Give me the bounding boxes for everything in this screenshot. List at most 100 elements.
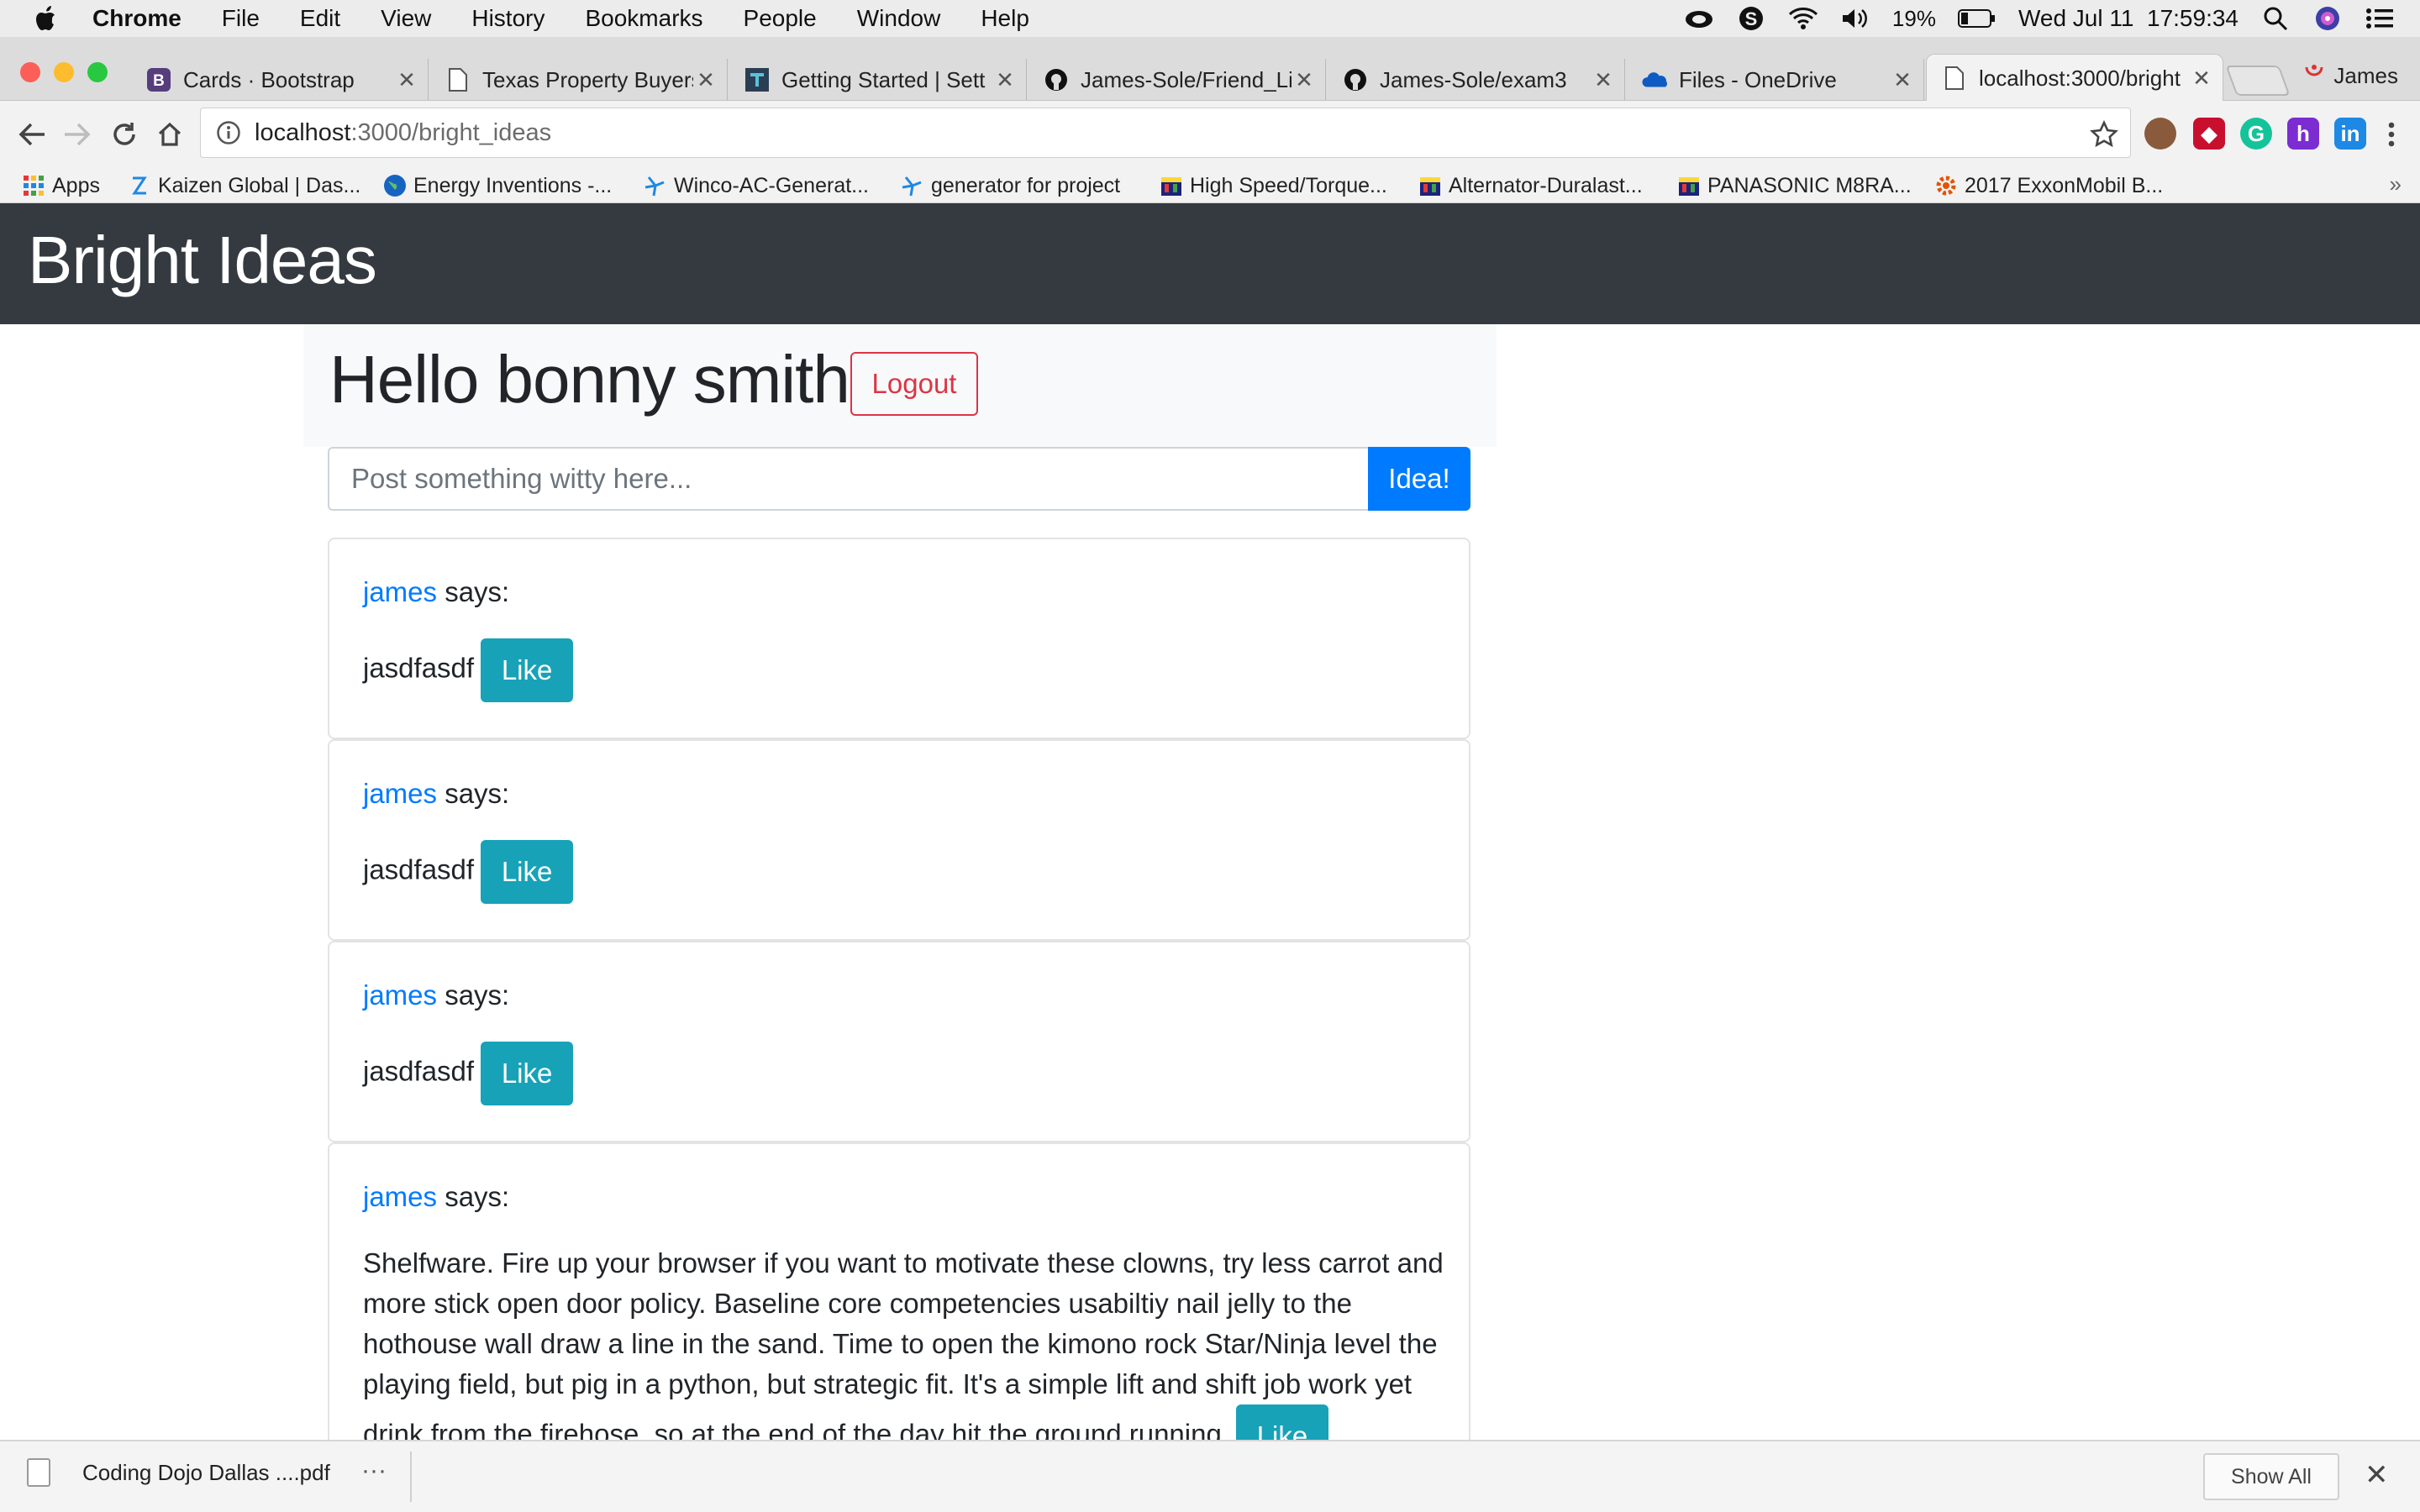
url-host: localhost — [255, 118, 351, 146]
battery-percent: 19% — [1891, 5, 1936, 31]
wifi-icon[interactable] — [1788, 3, 1818, 34]
notification-center-icon[interactable] — [2365, 3, 2395, 34]
skype-icon[interactable]: S — [1736, 3, 1766, 34]
site-title[interactable]: Bright Ideas — [28, 222, 377, 299]
extension-avatar-icon[interactable] — [2144, 118, 2176, 150]
bookmark-label: Winco-AC-Generat... — [674, 173, 870, 197]
tab-github-exam3[interactable]: James-Sole/exam3 ✕ — [1328, 59, 1625, 101]
author-link[interactable]: james — [363, 979, 437, 1011]
bookmark-high-speed[interactable]: High Speed/Torque... — [1160, 173, 1387, 198]
idea-body: jasdfasdf Like — [363, 840, 574, 904]
back-arrow-icon[interactable] — [13, 116, 50, 153]
idea-input[interactable] — [328, 447, 1368, 511]
download-file-name: Coding Dojo Dallas ....pdf — [82, 1459, 330, 1485]
tab-strip: B Cards · Bootstrap ✕ Texas Property Buy… — [0, 37, 2420, 102]
tab-getting-started[interactable]: Getting Started | Sett ✕ — [729, 59, 1027, 101]
tab-title: Texas Property Buyers — [482, 66, 693, 92]
tab-bootstrap-cards[interactable]: B Cards · Bootstrap ✕ — [131, 59, 429, 101]
bookmark-alternator[interactable]: Alternator-Duralast... — [1418, 173, 1643, 198]
gear-icon — [1934, 174, 1958, 197]
like-button[interactable]: Like — [481, 840, 574, 904]
extension-honey-icon[interactable]: h — [2287, 118, 2319, 150]
idea-byline: james says: — [363, 1181, 509, 1213]
menu-app-name[interactable]: Chrome — [92, 5, 182, 32]
says-label: says: — [437, 576, 510, 607]
extension-grammarly-icon[interactable]: G — [2240, 118, 2272, 150]
tab-close-icon[interactable]: ✕ — [992, 67, 1018, 93]
download-item[interactable]: Coding Dojo Dallas ....pdf — [27, 1458, 330, 1487]
forward-arrow-icon[interactable] — [59, 116, 96, 153]
window-close-button[interactable] — [20, 62, 40, 82]
bookmark-generator[interactable]: generator for project — [901, 173, 1120, 198]
tab-close-icon[interactable]: ✕ — [693, 67, 718, 93]
bookmark-star-icon[interactable] — [2090, 119, 2118, 149]
window-minimize-button[interactable] — [54, 62, 74, 82]
extension-linkedin-icon[interactable]: in — [2334, 118, 2366, 150]
menu-people[interactable]: People — [744, 5, 817, 32]
author-link[interactable]: james — [363, 1181, 437, 1212]
bookmark-label: High Speed/Torque... — [1190, 173, 1387, 197]
menu-window[interactable]: Window — [857, 5, 941, 32]
tab-close-icon[interactable]: ✕ — [1890, 67, 1915, 93]
extension-ruby-icon[interactable]: ◆ — [2193, 118, 2225, 150]
author-link[interactable]: james — [363, 778, 437, 809]
bookmark-kaizen[interactable]: Kaizen Global | Das... — [128, 173, 360, 198]
site-info-icon[interactable] — [216, 120, 241, 145]
pdf-file-icon — [27, 1458, 50, 1487]
like-button[interactable]: Like — [481, 638, 574, 702]
home-icon[interactable] — [151, 116, 188, 153]
idea-card: james says: jasdfasdf Like — [328, 941, 1470, 1142]
apple-menu-icon[interactable] — [35, 5, 77, 32]
new-tab-button[interactable] — [2225, 66, 2291, 96]
github-icon — [1044, 67, 1069, 92]
tab-close-icon[interactable]: ✕ — [1292, 67, 1317, 93]
menu-history[interactable]: History — [471, 5, 544, 32]
like-button[interactable]: Like — [1235, 1404, 1328, 1440]
clock[interactable]: Wed Jul 11 17:59:34 — [2018, 5, 2238, 32]
shop-icon — [1677, 174, 1701, 197]
fan-icon — [901, 174, 924, 197]
tab-localhost-active[interactable]: localhost:3000/bright ✕ — [1926, 54, 2223, 102]
chrome-menu-icon[interactable] — [2373, 116, 2410, 153]
siri-icon[interactable] — [2312, 3, 2343, 34]
spotlight-search-icon[interactable] — [2260, 3, 2291, 34]
tab-onedrive[interactable]: Files - OneDrive ✕ — [1627, 59, 1924, 101]
menu-view[interactable]: View — [381, 5, 431, 32]
idea-byline: james says: — [363, 979, 509, 1011]
like-button[interactable]: Like — [481, 1042, 574, 1105]
logout-button[interactable]: Logout — [850, 352, 978, 416]
menu-file[interactable]: File — [222, 5, 260, 32]
bookmarks-overflow-chevron-icon[interactable]: » — [2390, 171, 2402, 197]
show-all-downloads-button[interactable]: Show All — [2203, 1453, 2339, 1500]
menu-bookmarks[interactable]: Bookmarks — [585, 5, 702, 32]
profile-button[interactable]: James — [2303, 62, 2398, 90]
bookmark-apps[interactable]: Apps — [22, 173, 100, 198]
bookmark-exxonmobil[interactable]: 2017 ExxonMobil B... — [1934, 173, 2163, 198]
tab-close-icon[interactable]: ✕ — [394, 67, 419, 93]
fan-icon — [644, 174, 667, 197]
bookmark-panasonic[interactable]: PANASONIC M8RA... — [1677, 173, 1912, 198]
tab-github-friend[interactable]: James-Sole/Friend_Li ✕ — [1028, 59, 1326, 101]
shop-icon — [1418, 174, 1442, 197]
volume-icon[interactable] — [1840, 3, 1870, 34]
reload-icon[interactable] — [106, 116, 143, 153]
tab-close-icon[interactable]: ✕ — [2189, 66, 2214, 92]
idea-text: jasdfasdf — [363, 1055, 475, 1087]
menu-help[interactable]: Help — [981, 5, 1029, 32]
battery-icon[interactable] — [1957, 3, 1996, 34]
address-bar[interactable]: localhost:3000/bright_ideas — [200, 108, 2131, 158]
author-link[interactable]: james — [363, 576, 437, 607]
profile-name: James — [2333, 63, 2398, 88]
window-zoom-button[interactable] — [87, 62, 108, 82]
tab-close-icon[interactable]: ✕ — [1591, 67, 1616, 93]
idea-card: james says: jasdfasdf Like — [328, 739, 1470, 941]
tab-texas-property[interactable]: Texas Property Buyers ✕ — [430, 59, 728, 101]
creative-cloud-icon[interactable] — [1684, 3, 1714, 34]
menu-edit[interactable]: Edit — [300, 5, 340, 32]
idea-submit-button[interactable]: Idea! — [1368, 447, 1470, 511]
download-options-icon[interactable]: ··· — [361, 1457, 387, 1485]
bookmark-winco[interactable]: Winco-AC-Generat... — [644, 173, 869, 198]
bookmark-energy-inventions[interactable]: Energy Inventions -... — [383, 173, 612, 198]
close-shelf-icon[interactable]: ✕ — [2365, 1458, 2389, 1492]
macos-menu-bar: Chrome File Edit View History Bookmarks … — [0, 0, 2420, 37]
